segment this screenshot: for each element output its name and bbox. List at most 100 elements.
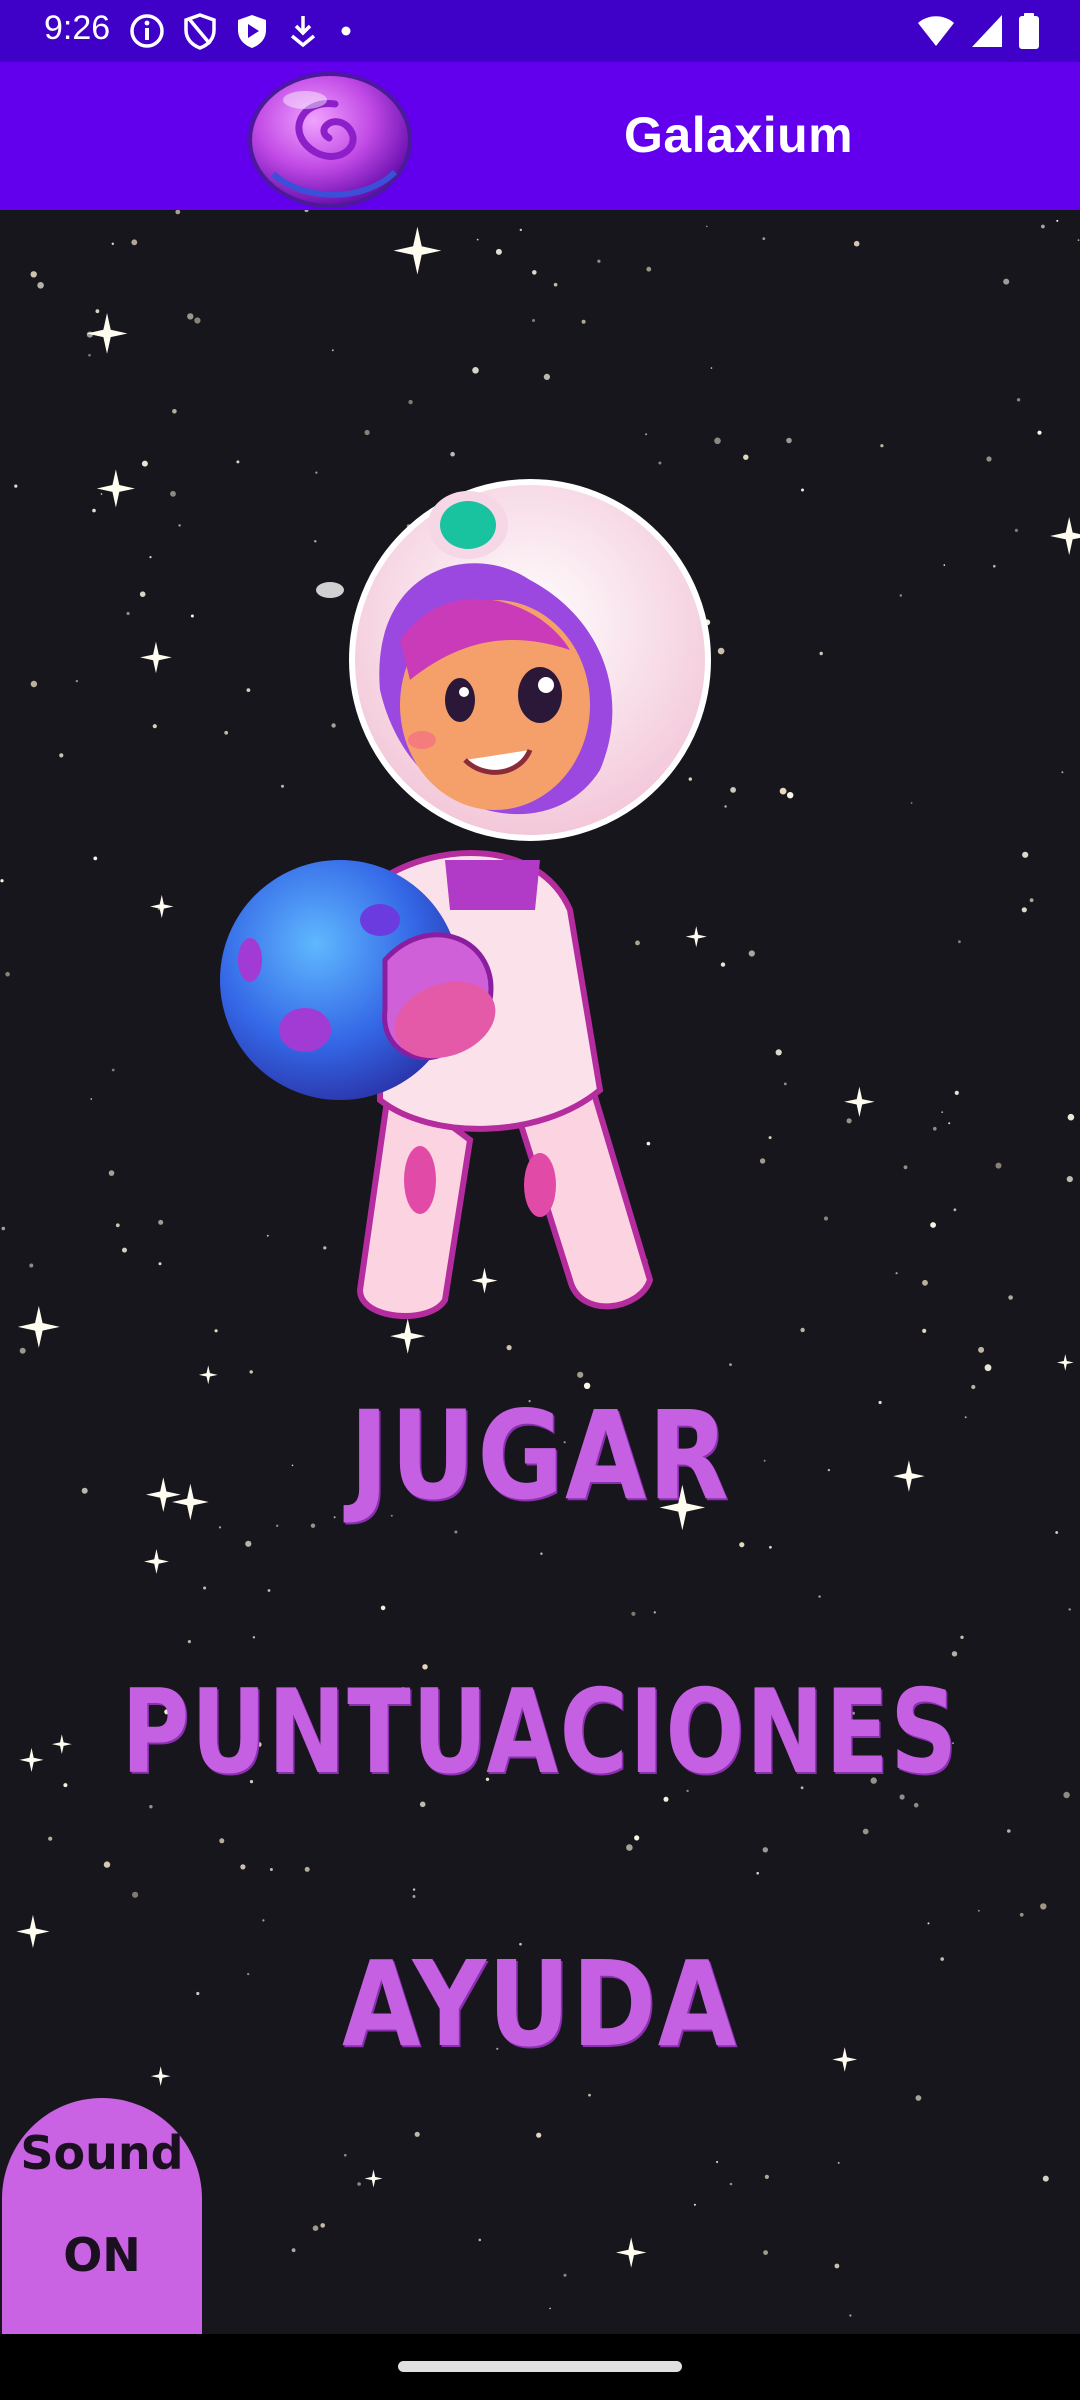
star [532,319,535,322]
star [1067,1113,1075,1121]
gesture-handle[interactable] [398,2361,682,2372]
download-icon [290,16,316,48]
sound-toggle-button[interactable]: Sound ON [2,2098,202,2334]
star [170,490,176,497]
star [380,1605,386,1611]
star [729,2182,733,2186]
help-button[interactable]: AYUDA [76,1935,1005,2073]
sparkle-star [393,226,442,275]
star [759,1158,766,1164]
star [126,611,130,616]
star [1022,851,1029,858]
star [1063,1791,1070,1799]
galaxy-planet-logo [248,72,412,208]
star [895,1272,898,1275]
star [1040,1903,1047,1910]
star [563,2273,567,2277]
star [756,1871,759,1875]
star [0,879,4,883]
star [269,1868,273,1871]
shield-icon [184,13,216,50]
star [1055,1531,1059,1534]
signal-icon [972,15,1002,47]
star [800,1327,805,1333]
star [846,1118,852,1124]
scores-button[interactable]: PUNTUACIONES [108,1665,972,1800]
star [978,1346,985,1353]
star [706,225,708,228]
star [344,2153,347,2157]
star [1037,430,1042,435]
star [476,238,479,241]
star [913,1802,919,1808]
star [553,282,558,287]
star [1008,1295,1013,1300]
star [933,1126,937,1131]
star [122,1247,127,1253]
star [948,1122,951,1125]
star [190,614,194,618]
star [763,2250,768,2255]
sparkle-star [364,2169,383,2188]
star [245,1540,252,1547]
star [540,1552,543,1555]
star [103,1861,111,1868]
star [412,1895,416,1898]
star [203,1586,207,1590]
star [853,240,860,247]
star [219,1838,225,1844]
star [743,454,749,460]
play-button[interactable]: JUGAR [76,1385,1005,1527]
star [748,950,755,957]
star [953,1208,957,1212]
star [730,787,736,793]
star [1029,898,1034,903]
star [194,317,201,324]
star [801,488,804,492]
star [5,971,10,977]
star [139,591,146,597]
star [19,1347,26,1354]
star [262,1919,265,1922]
star [818,1595,821,1598]
sparkle-star [844,1086,875,1118]
star [1021,907,1027,913]
star [862,1828,869,1835]
star [30,271,37,278]
star [1068,1608,1071,1611]
star [519,228,522,232]
star [14,484,18,488]
star [364,429,370,436]
sparkle-star [140,641,172,674]
star [37,282,44,289]
star [412,1888,416,1891]
sparkle-star [96,469,135,508]
star [90,1098,93,1100]
star [175,210,181,215]
star [1056,219,1059,222]
star [304,1866,310,1872]
star [75,679,79,683]
star [880,444,884,448]
star [787,792,794,799]
star [783,1082,787,1086]
star [172,409,177,414]
dot-icon [341,26,351,36]
astronaut-illustration [220,479,711,1319]
star [993,564,996,568]
star [111,1068,115,1072]
star [48,1836,53,1841]
star [100,493,103,495]
star [910,802,913,804]
star [819,651,823,656]
star [1042,2175,1049,2182]
star [88,353,91,357]
star [59,753,64,758]
star [187,1640,191,1644]
star [786,437,792,444]
battery-icon [1019,13,1039,49]
star [930,1222,936,1228]
star [597,259,601,263]
star [995,1162,1002,1169]
star [849,2314,852,2317]
